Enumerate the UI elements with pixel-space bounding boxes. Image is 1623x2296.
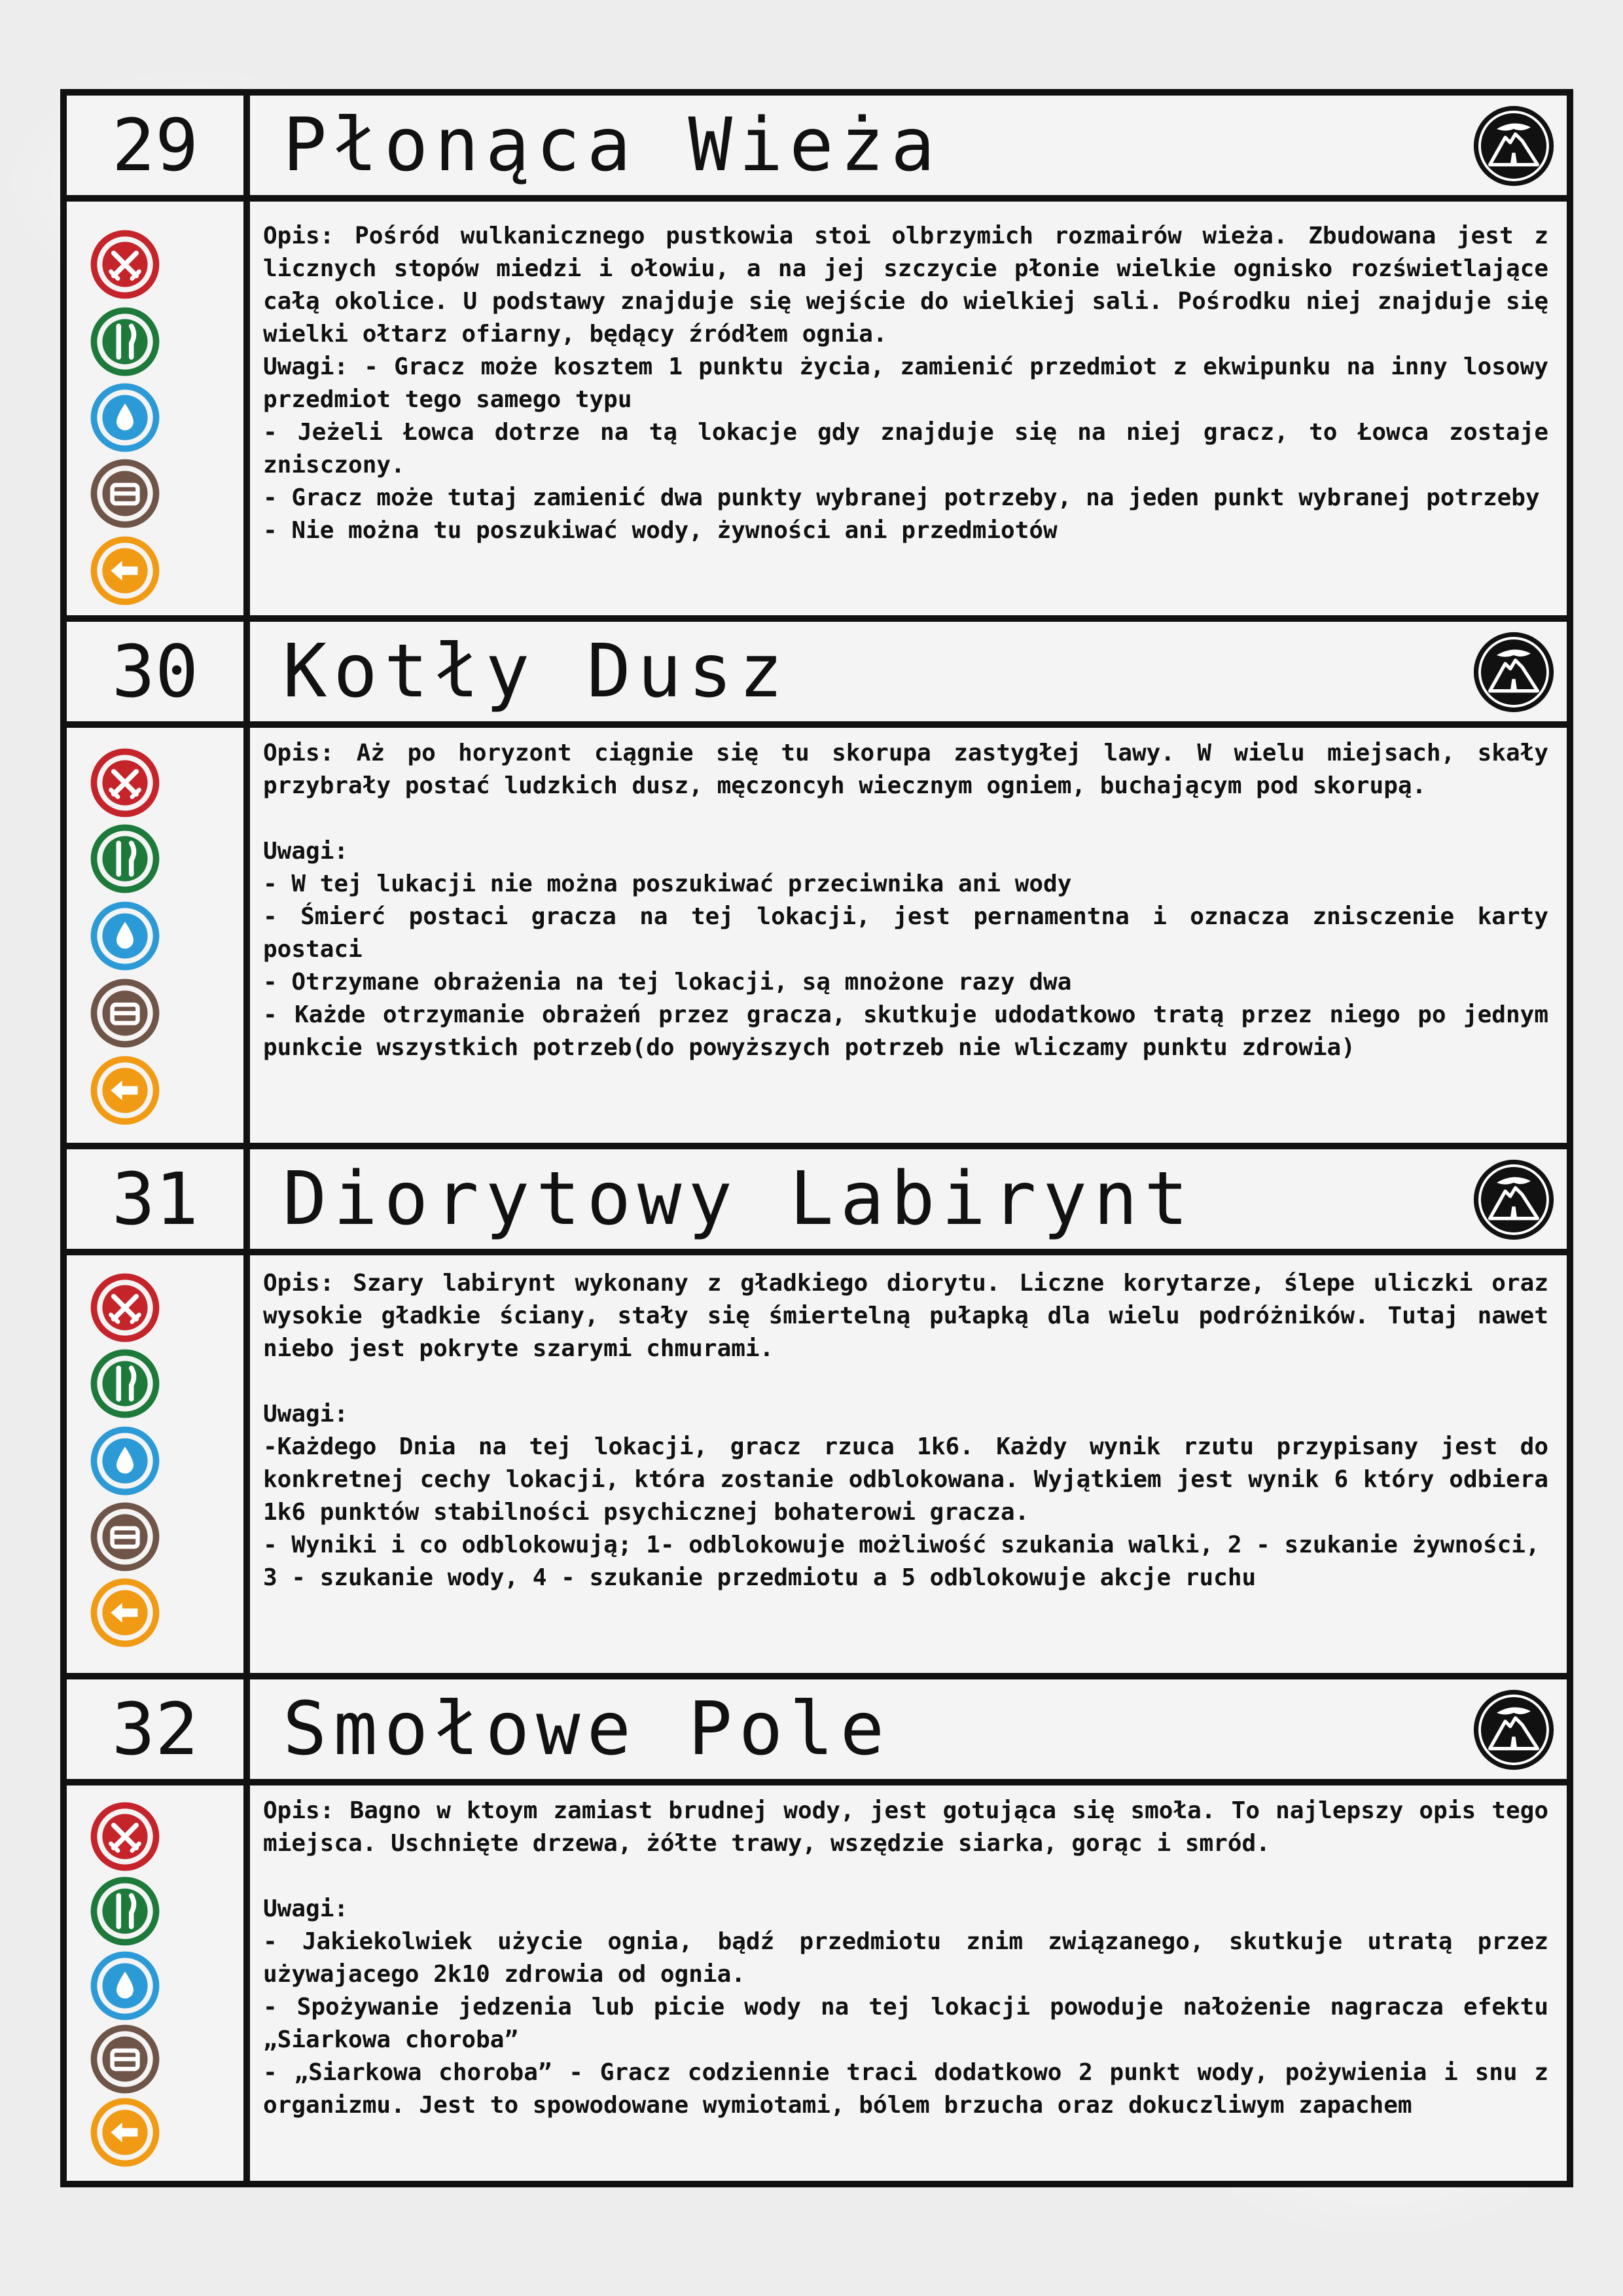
location-title: Kotły Dusz	[283, 629, 790, 714]
volcano-icon	[1473, 1159, 1554, 1240]
location-number: 32	[67, 1679, 250, 1779]
description-line: Uwagi:	[263, 1401, 349, 1427]
food-icon	[90, 1876, 160, 1946]
description-line: - „Siarkowa choroba” - Gracz codziennie …	[263, 2059, 1548, 2119]
location-card-30: 30 Kotły Dusz Opis: Aż po horyzont ciągn…	[67, 622, 1567, 1143]
need-icons	[67, 728, 250, 1143]
description-line: Uwagi:	[263, 1895, 349, 1922]
sleep-icon	[90, 978, 160, 1048]
description-line: - Jeżeli Łowca dotrze na tą lokacje gdy …	[263, 419, 1548, 478]
move-icon	[90, 1056, 160, 1125]
description-line: -Każdego Dnia na tej lokacji, gracz rzuc…	[263, 1433, 1548, 1526]
volcano-icon	[1473, 105, 1554, 187]
description-line: - Wyniki i co odblokowują; 1- odblokowuj…	[263, 1532, 1540, 1558]
description-line: - Otrzymane obrażenia na tej lokacji, są…	[263, 969, 1072, 996]
food-icon	[90, 307, 160, 376]
location-card-29: 29 Płonąca Wieża Opis: Pośród wulkaniczn…	[67, 96, 1567, 615]
location-card-31: 31 Diorytowy Labirynt Opis: Szary labiry…	[67, 1149, 1567, 1673]
description-line: - W tej lukacji nie można poszukiwać prz…	[263, 870, 1072, 897]
description-line: Uwagi:	[263, 838, 349, 865]
volcano-icon	[1473, 1689, 1554, 1770]
location-number: 30	[67, 622, 250, 721]
description-line: Opis: Bagno w ktoym zamiast brudnej wody…	[263, 1797, 1548, 1857]
location-title: Diorytowy Labirynt	[283, 1157, 1195, 1242]
food-icon	[90, 824, 160, 893]
description-line: 3 - szukanie wody, 4 - szukanie przedmio…	[263, 1564, 1257, 1591]
location-description: Opis: Pośród wulkanicznego pustkowia sto…	[263, 220, 1548, 547]
move-icon	[90, 536, 160, 605]
water-icon	[90, 1426, 160, 1496]
description-line: - Nie można tu poszukiwać wody, żywności…	[263, 517, 1058, 544]
location-description: Opis: Szary labirynt wykonany z gładkieg…	[263, 1267, 1548, 1594]
location-number: 29	[67, 96, 250, 195]
description-line: - Każde otrzymanie obrażeń przez gracza,…	[263, 1001, 1548, 1061]
move-icon	[90, 2098, 160, 2167]
description-line: - Śmierć postaci gracza na tej lokacji, …	[263, 903, 1548, 963]
need-icons	[67, 202, 250, 615]
location-card-32: 32 Smołowe Pole Opis: Bagno w ktoym zami…	[67, 1679, 1567, 2181]
combat-icon	[90, 748, 160, 817]
sleep-icon	[90, 1502, 160, 1571]
water-icon	[90, 383, 160, 452]
need-icons	[67, 1785, 250, 2181]
location-description: Opis: Bagno w ktoym zamiast brudnej wody…	[263, 1795, 1548, 2122]
location-header: 30 Kotły Dusz	[67, 622, 1567, 728]
description-line: - Spożywanie jedzenia lub picie wody na …	[263, 1994, 1548, 2053]
need-icons	[67, 1255, 250, 1673]
food-icon	[90, 1349, 160, 1418]
location-title: Płonąca Wieża	[283, 103, 942, 188]
description-line: - Gracz może tutaj zamienić dwa punkty w…	[263, 484, 1540, 511]
description-line: Opis: Aż po horyzont ciągnie się tu skor…	[263, 740, 1548, 799]
location-title: Smołowe Pole	[283, 1687, 891, 1772]
location-number: 31	[67, 1149, 250, 1249]
location-description: Opis: Aż po horyzont ciągnie się tu skor…	[263, 737, 1548, 1064]
description-line: - Jakiekolwiek użycie ognia, bądź przedm…	[263, 1928, 1548, 1988]
volcano-icon	[1473, 632, 1554, 713]
location-sheet: 29 Płonąca Wieża Opis: Pośród wulkaniczn…	[60, 89, 1573, 2187]
section-divider	[67, 1143, 1567, 1149]
section-divider	[67, 615, 1567, 622]
combat-icon	[90, 1802, 160, 1871]
section-divider	[67, 1673, 1567, 1679]
location-header: 31 Diorytowy Labirynt	[67, 1149, 1567, 1255]
description-line: Opis: Szary labirynt wykonany z gładkieg…	[263, 1270, 1548, 1362]
move-icon	[90, 1578, 160, 1647]
water-icon	[90, 1951, 160, 2020]
combat-icon	[90, 1273, 160, 1342]
combat-icon	[90, 230, 160, 299]
location-header: 29 Płonąca Wieża	[67, 96, 1567, 202]
description-line: Uwagi: - Gracz może kosztem 1 punktu życ…	[263, 353, 1548, 413]
sleep-icon	[90, 459, 160, 528]
sleep-icon	[90, 2024, 160, 2094]
location-header: 32 Smołowe Pole	[67, 1679, 1567, 1785]
water-icon	[90, 901, 160, 971]
description-line: Opis: Pośród wulkanicznego pustkowia sto…	[263, 223, 1548, 348]
